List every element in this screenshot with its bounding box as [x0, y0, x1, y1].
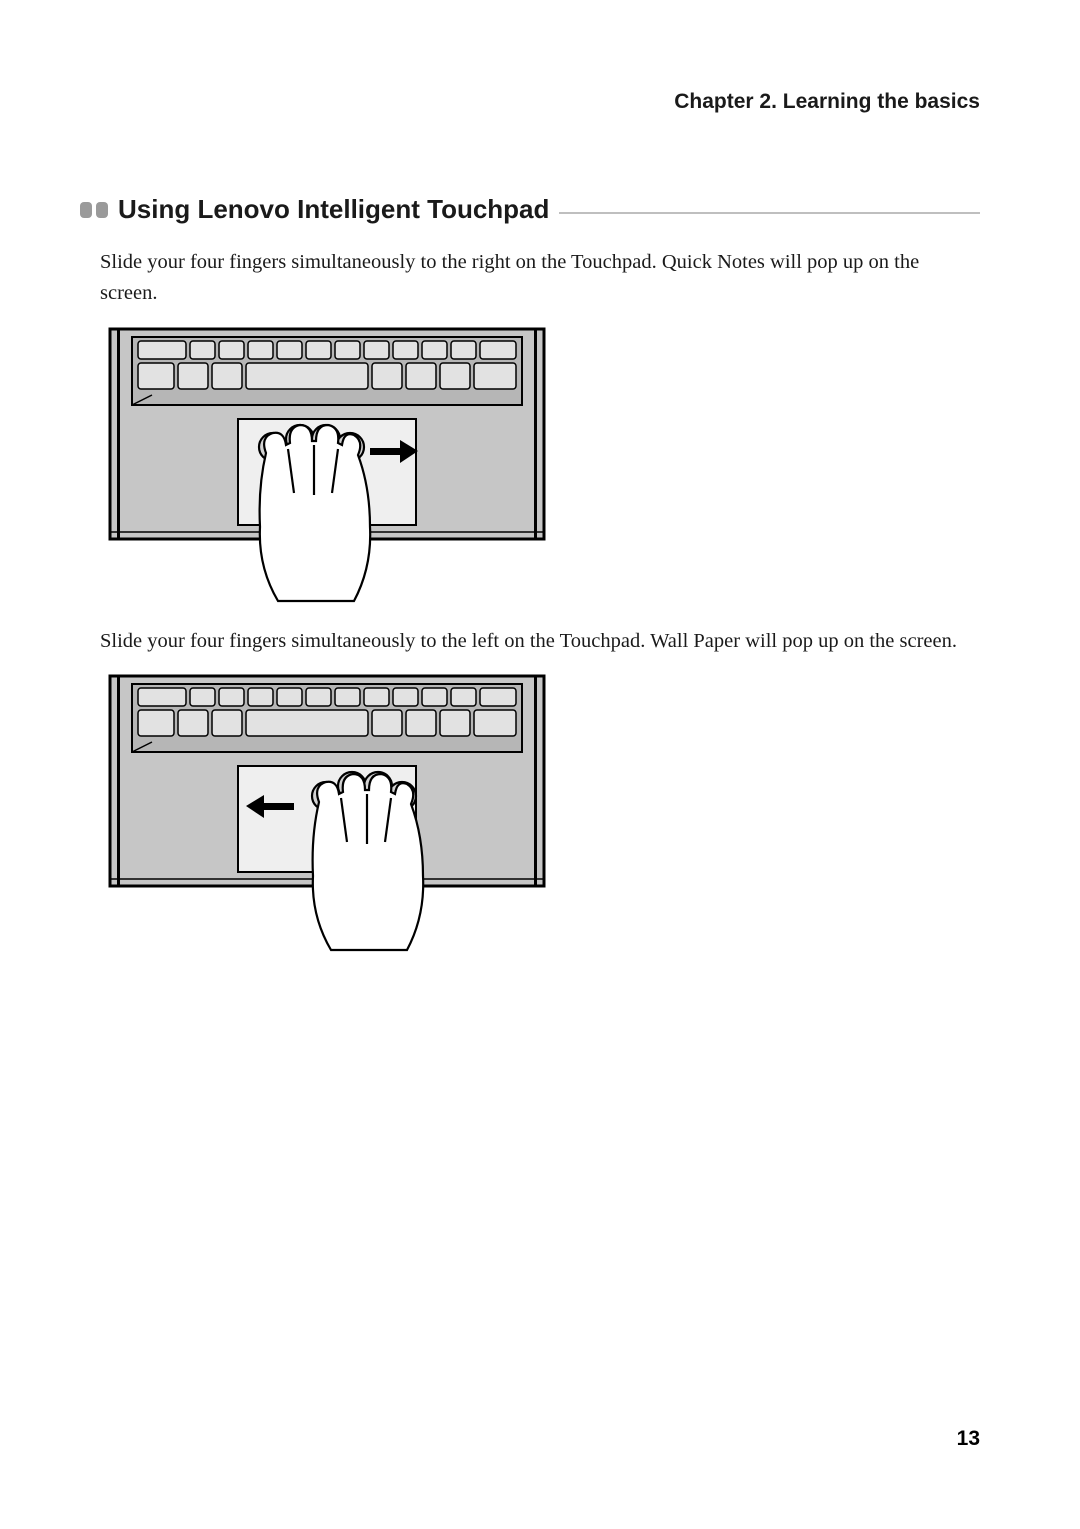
heading-divider: [559, 212, 980, 214]
page-number: 13: [957, 1427, 980, 1451]
illustration-swipe-right: [108, 327, 980, 610]
section-title: Using Lenovo Intelligent Touchpad: [118, 194, 549, 225]
section-heading-row: Using Lenovo Intelligent Touchpad: [80, 194, 980, 225]
illustration-swipe-left: [108, 674, 980, 957]
chapter-header: Chapter 2. Learning the basics: [100, 90, 980, 114]
paragraph-swipe-left: Slide your four fingers simultaneously t…: [100, 626, 980, 657]
paragraph-swipe-right: Slide your four fingers simultaneously t…: [100, 247, 980, 309]
section-bullets-icon: [80, 202, 108, 218]
